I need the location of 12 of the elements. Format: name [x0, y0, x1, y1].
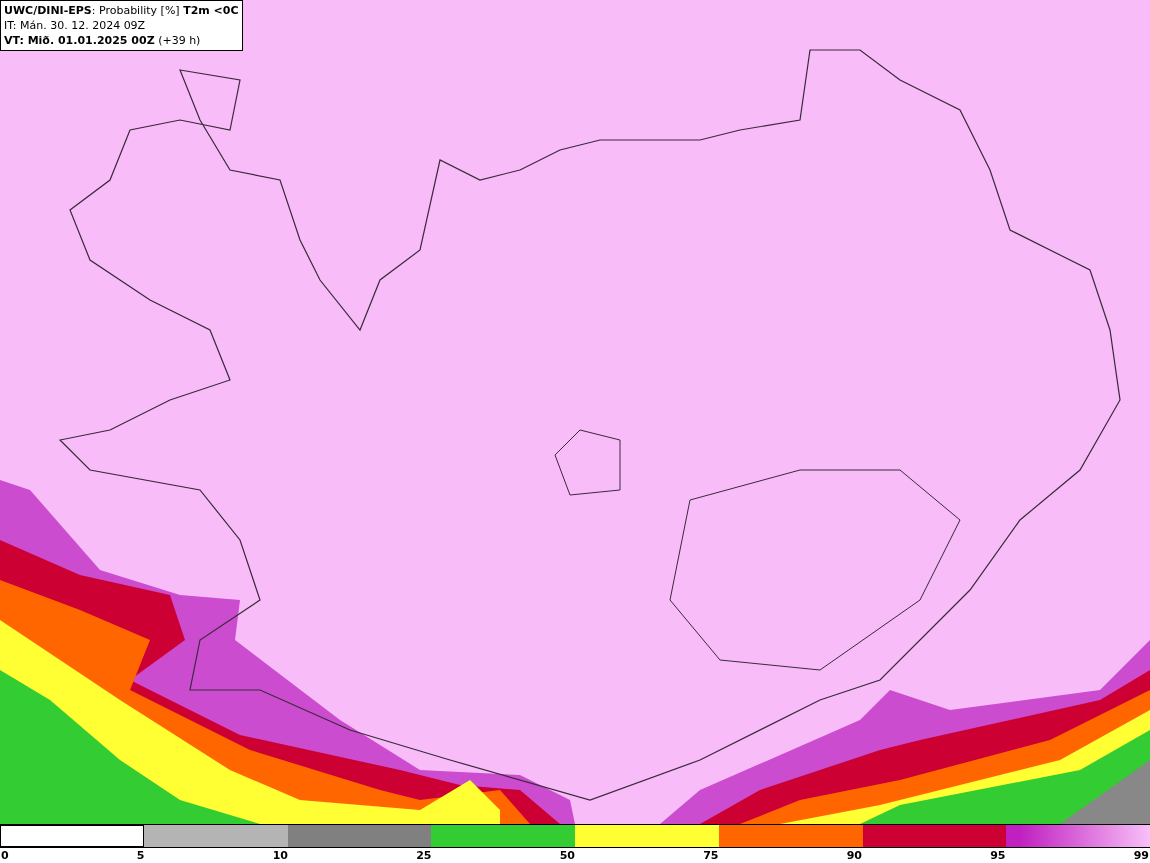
- legend-label: 75: [703, 849, 719, 863]
- legend-label: 50: [559, 849, 575, 863]
- legend-label: 0: [1, 849, 9, 863]
- legend-label: 90: [846, 849, 862, 863]
- legend-label: 99: [1133, 849, 1149, 863]
- legend-label: 25: [416, 849, 432, 863]
- header-text: IT: Mán. 30. 12. 2024 09Z: [4, 18, 147, 33]
- header-text: VT: Mið. 01.01.2025 00Z (+39 h): [4, 33, 202, 48]
- legend-label: 10: [272, 849, 288, 863]
- legend-label: 5: [136, 849, 145, 863]
- header-text: UWC/DINI-EPS: Probability [%] T2m <0C: [4, 3, 239, 18]
- legend-label: 95: [990, 849, 1006, 863]
